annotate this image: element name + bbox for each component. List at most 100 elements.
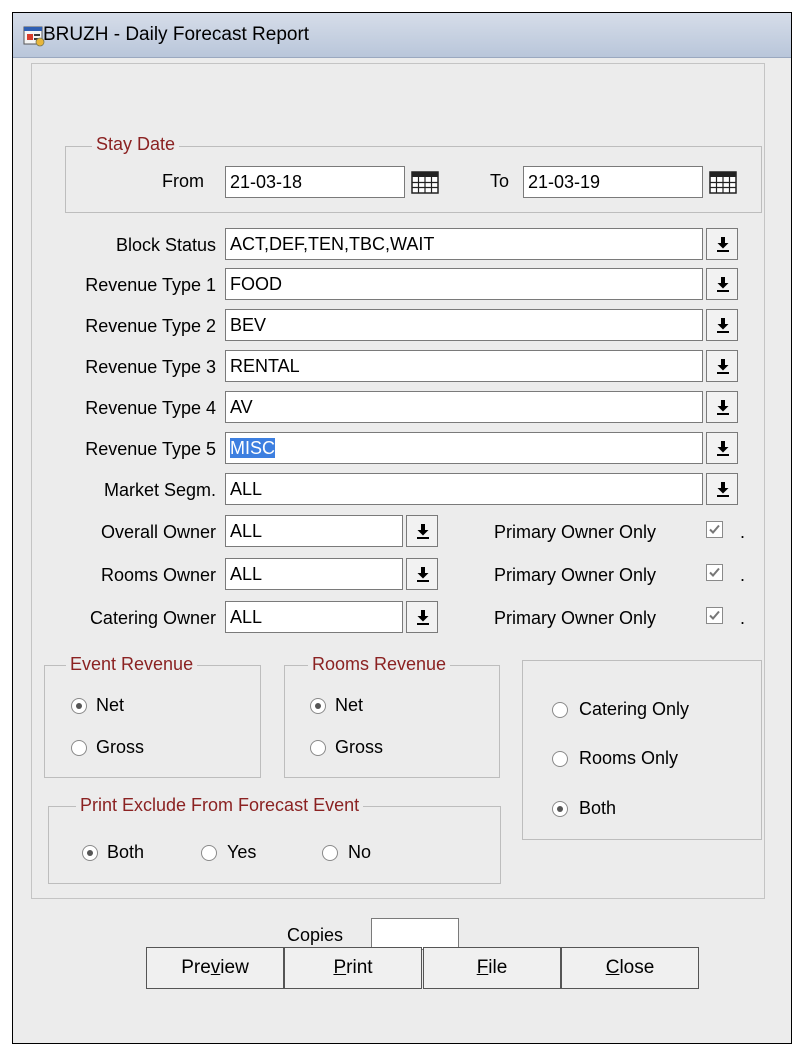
- catering-owner-dropdown[interactable]: [406, 601, 438, 633]
- overall-owner-input[interactable]: ALL: [225, 515, 403, 547]
- overall-owner-primary-label: Primary Owner Only: [494, 522, 657, 542]
- print-button[interactable]: Print: [284, 947, 422, 989]
- copies-label: Copies: [287, 925, 344, 945]
- revenue-type-5-dropdown[interactable]: [706, 432, 738, 464]
- revenue-type-2-dropdown[interactable]: [706, 309, 738, 341]
- print-exclude-no-label: No: [348, 842, 372, 862]
- preview-label-pre: Pre: [181, 957, 211, 978]
- overall-owner-dropdown[interactable]: [406, 515, 438, 547]
- rooms-revenue-legend: Rooms Revenue: [308, 654, 451, 675]
- scope-both-label: Both: [579, 798, 617, 818]
- dropdown-arrow-icon: [717, 318, 729, 333]
- rooms-revenue-net-radio[interactable]: [310, 698, 326, 714]
- event-revenue-gross-radio[interactable]: [71, 740, 87, 756]
- event-revenue-net-radio[interactable]: [71, 698, 87, 714]
- rooms-owner-input[interactable]: ALL: [225, 558, 403, 590]
- close-button[interactable]: Close: [561, 947, 699, 989]
- rooms-owner-primary-checkbox[interactable]: [706, 564, 723, 581]
- dropdown-arrow-icon: [717, 400, 729, 415]
- calendar-icon: [410, 171, 440, 200]
- print-exclude-both-radio[interactable]: [82, 845, 98, 861]
- revenue-type-2-input[interactable]: BEV: [225, 309, 703, 341]
- to-date-input[interactable]: 21-03-19: [523, 166, 703, 198]
- rooms-revenue-net-label: Net: [335, 695, 364, 715]
- block-status-dropdown[interactable]: [706, 228, 738, 260]
- dropdown-arrow-icon: [417, 524, 429, 539]
- rooms-owner-primary-label: Primary Owner Only: [494, 565, 657, 585]
- revenue-type-3-dropdown[interactable]: [706, 350, 738, 382]
- to-label: To: [490, 171, 510, 191]
- revenue-type-3-label: Revenue Type 3: [85, 357, 216, 377]
- rooms-revenue-gross-radio[interactable]: [310, 740, 326, 756]
- to-calendar-button[interactable]: [708, 168, 738, 196]
- revenue-type-4-dropdown[interactable]: [706, 391, 738, 423]
- from-calendar-button[interactable]: [410, 168, 440, 196]
- checkmark-icon: [709, 610, 720, 620]
- file-accelerator: F: [476, 957, 489, 978]
- block-status-label: Block Status: [115, 235, 216, 255]
- print-accelerator: P: [333, 957, 347, 978]
- revenue-type-1-dropdown[interactable]: [706, 268, 738, 300]
- print-exclude-yes-label: Yes: [227, 842, 257, 862]
- report-window-icon: [23, 25, 45, 47]
- print-exclude-legend: Print Exclude From Forecast Event: [76, 795, 364, 816]
- preview-label-post: iew: [220, 957, 249, 978]
- market-segment-input[interactable]: ALL: [225, 473, 703, 505]
- title-bar: BRUZH - Daily Forecast Report: [13, 13, 791, 58]
- rooms-only-radio[interactable]: [552, 751, 568, 767]
- catering-only-label: Catering Only: [579, 699, 690, 719]
- file-label-post: ile: [488, 957, 508, 978]
- catering-owner-primary-checkbox[interactable]: [706, 607, 723, 624]
- dropdown-arrow-icon: [717, 237, 729, 252]
- rooms-owner-dropdown[interactable]: [406, 558, 438, 590]
- dropdown-arrow-icon: [717, 359, 729, 374]
- market-segment-dropdown[interactable]: [706, 473, 738, 505]
- checkmark-icon: [709, 567, 720, 577]
- overall-owner-label: Overall Owner: [100, 522, 216, 542]
- revenue-type-3-input[interactable]: RENTAL: [225, 350, 703, 382]
- event-revenue-group: [44, 665, 261, 778]
- window-title: BRUZH - Daily Forecast Report: [43, 24, 310, 45]
- overall-owner-primary-checkbox[interactable]: [706, 521, 723, 538]
- event-revenue-net-label: Net: [96, 695, 125, 715]
- file-button[interactable]: File: [423, 947, 561, 989]
- event-revenue-gross-label: Gross: [96, 737, 145, 757]
- preview-button[interactable]: Preview: [146, 947, 284, 989]
- scope-both-radio[interactable]: [552, 801, 568, 817]
- rooms-revenue-gross-label: Gross: [335, 737, 384, 757]
- revenue-type-1-input[interactable]: FOOD: [225, 268, 703, 300]
- catering-owner-label: Catering Owner: [89, 608, 216, 628]
- checkmark-icon: [709, 524, 720, 534]
- revenue-type-1-label: Revenue Type 1: [85, 275, 216, 295]
- print-exclude-both-label: Both: [107, 842, 145, 862]
- revenue-type-5-input[interactable]: MISC: [225, 432, 703, 464]
- revenue-type-4-input[interactable]: AV: [225, 391, 703, 423]
- print-exclude-no-radio[interactable]: [322, 845, 338, 861]
- from-date-input[interactable]: 21-03-18: [225, 166, 405, 198]
- event-revenue-legend: Event Revenue: [66, 654, 198, 675]
- preview-accelerator: v: [210, 957, 221, 978]
- rooms-owner-label: Rooms Owner: [100, 565, 216, 585]
- copies-input[interactable]: [371, 918, 459, 950]
- catering-owner-dot: .: [740, 608, 746, 628]
- dropdown-arrow-icon: [717, 277, 729, 292]
- rooms-revenue-group: [284, 665, 500, 778]
- overall-owner-dot: .: [740, 522, 746, 542]
- revenue-type-5-selected-text: MISC: [230, 438, 275, 458]
- catering-owner-primary-label: Primary Owner Only: [494, 608, 657, 628]
- rooms-owner-dot: .: [740, 565, 746, 585]
- calendar-icon: [708, 171, 738, 200]
- print-exclude-yes-radio[interactable]: [201, 845, 217, 861]
- close-accelerator: C: [605, 957, 620, 978]
- stay-date-legend: Stay Date: [92, 134, 180, 155]
- catering-only-radio[interactable]: [552, 702, 568, 718]
- revenue-type-2-label: Revenue Type 2: [85, 316, 216, 336]
- from-label: From: [162, 171, 204, 191]
- block-status-input[interactable]: ACT,DEF,TEN,TBC,WAIT: [225, 228, 703, 260]
- revenue-type-4-label: Revenue Type 4: [85, 398, 216, 418]
- catering-owner-input[interactable]: ALL: [225, 601, 403, 633]
- revenue-type-5-label: Revenue Type 5: [85, 439, 216, 459]
- close-label-post: lose: [619, 957, 655, 978]
- market-segment-label: Market Segm.: [103, 480, 216, 500]
- dropdown-arrow-icon: [417, 567, 429, 582]
